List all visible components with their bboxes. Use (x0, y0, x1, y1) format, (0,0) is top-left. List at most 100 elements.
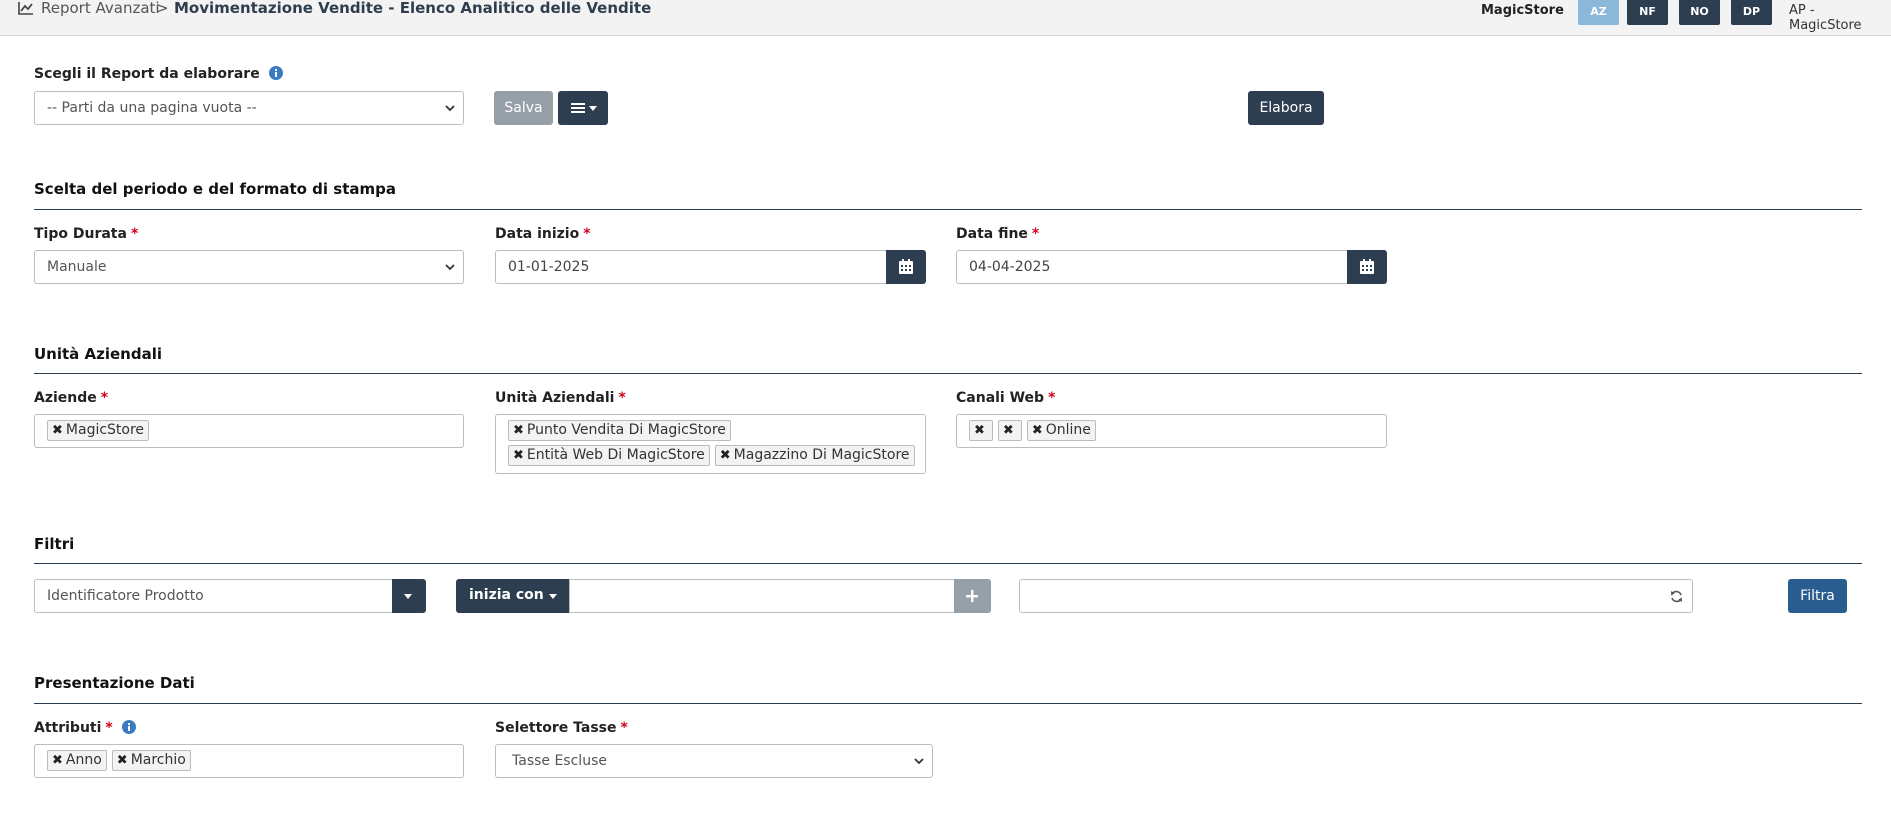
required-mark: * (130, 226, 139, 242)
required-mark: * (1031, 226, 1040, 242)
filter-field-dropdown-button[interactable] (392, 579, 426, 613)
duration-select[interactable]: Manuale (34, 250, 464, 284)
channels-label: Canali Web * (956, 390, 1055, 406)
calendar-icon (899, 259, 913, 274)
units-label-text: Unità Aziendali (495, 390, 615, 406)
required-mark: * (620, 720, 628, 736)
channels-label-text: Canali Web (956, 390, 1045, 406)
no-button[interactable]: NO (1679, 0, 1720, 25)
companies-tag-input[interactable]: ✖ MagicStore (34, 414, 464, 448)
attribute-tag: ✖ Marchio (111, 750, 191, 771)
refresh-icon[interactable] (1670, 590, 1683, 603)
remove-tag-icon[interactable]: ✖ (1003, 423, 1014, 438)
required-mark: * (105, 720, 113, 736)
attributes-tag-input[interactable]: ✖ Anno ✖ Marchio (34, 744, 464, 778)
az-button[interactable]: AZ (1578, 0, 1619, 25)
remove-tag-icon[interactable]: ✖ (52, 423, 63, 438)
duration-label: Tipo Durata * (34, 226, 138, 242)
add-filter-button[interactable] (954, 579, 991, 613)
channels-tag-input[interactable]: ✖ ✖ ✖ Online (956, 414, 1387, 448)
line-chart-icon (18, 2, 33, 15)
dp-button[interactable]: DP (1731, 0, 1772, 25)
user-label[interactable]: AP - MagicStore (1789, 3, 1891, 33)
units-tag-input[interactable]: ✖ Punto Vendita Di MagicStore✖ Entità Web … (495, 414, 926, 474)
duration-select-value: Manuale (47, 259, 107, 275)
filter-value-input[interactable] (569, 579, 955, 613)
report-label-text: Scegli il Report da elaborare (34, 66, 260, 82)
units-section-title: Unità Aziendali (34, 345, 162, 363)
filter-summary-input[interactable] (1019, 579, 1693, 613)
remove-tag-icon[interactable]: ✖ (52, 753, 63, 768)
tag-label: Marchio (130, 752, 186, 768)
caret-down-icon (404, 594, 412, 599)
plus-icon (966, 590, 978, 602)
unit-tag: ✖ Punto Vendita Di MagicStore (508, 420, 731, 441)
info-icon[interactable] (268, 66, 283, 80)
start-date-label: Data inizio * (495, 226, 591, 242)
companies-label-text: Aziende (34, 390, 97, 406)
attribute-tag: ✖ Anno (47, 750, 107, 771)
menu-dropdown-button[interactable] (558, 91, 608, 125)
report-select[interactable]: -- Parti da una pagina vuota -- (34, 91, 464, 125)
remove-tag-icon[interactable]: ✖ (513, 448, 524, 463)
duration-label-text: Tipo Durata (34, 226, 127, 242)
tag-label: Punto Vendita Di MagicStore (526, 422, 726, 438)
remove-tag-icon[interactable]: ✖ (117, 753, 128, 768)
attributes-label-text: Attributi (34, 720, 102, 736)
tax-label: Selettore Tasse * (495, 720, 628, 736)
tag-label: Entità Web Di MagicStore (526, 447, 705, 463)
filter-button[interactable]: Filtra (1788, 579, 1847, 613)
start-date-label-text: Data inizio (495, 226, 580, 242)
caret-down-icon (549, 594, 557, 599)
tag-label: Magazzino Di MagicStore (733, 447, 910, 463)
period-section-title: Scelta del periodo e del formato di stam… (34, 180, 396, 198)
chevron-down-icon (445, 105, 455, 112)
start-date-input[interactable]: 01-01-2025 (495, 250, 887, 284)
company-tag: ✖ MagicStore (47, 420, 150, 441)
required-mark: * (100, 390, 109, 406)
tax-label-text: Selettore Tasse (495, 720, 617, 736)
remove-tag-icon[interactable]: ✖ (720, 448, 731, 463)
filter-operator-button[interactable]: inizia con (456, 579, 570, 613)
menu-icon (571, 103, 585, 113)
required-mark: * (618, 390, 626, 406)
chevron-down-icon (445, 264, 455, 271)
breadcrumb-root[interactable]: Report Avanzati (41, 0, 160, 17)
info-icon[interactable] (121, 720, 136, 734)
start-date-calendar-button[interactable] (886, 250, 926, 284)
report-select-value: -- Parti da una pagina vuota -- (47, 100, 257, 116)
breadcrumb-separator: > (156, 0, 169, 17)
process-button[interactable]: Elabora (1248, 91, 1324, 125)
remove-tag-icon[interactable]: ✖ (1032, 423, 1043, 438)
caret-down-icon (589, 106, 597, 111)
tax-select[interactable]: Tasse Escluse (495, 744, 933, 778)
end-date-calendar-button[interactable] (1347, 250, 1387, 284)
page-title: Movimentazione Vendite - Elenco Analitic… (174, 0, 652, 17)
store-name: MagicStore (1481, 3, 1564, 18)
save-button[interactable]: Salva (494, 91, 553, 125)
unit-tag: ✖ Entità Web Di MagicStore (508, 445, 710, 466)
presentation-section-title: Presentazione Dati (34, 674, 195, 692)
channel-tag: ✖ Online (1026, 420, 1096, 441)
filter-operator-label: inizia con (469, 587, 544, 603)
nf-button[interactable]: NF (1627, 0, 1668, 25)
end-date-label-text: Data fine (956, 226, 1028, 242)
end-date-label: Data fine * (956, 226, 1039, 242)
section-divider (34, 563, 1862, 564)
units-label: Unità Aziendali * (495, 390, 626, 406)
tag-label: MagicStore (65, 422, 145, 438)
attributes-label: Attributi * (34, 720, 136, 736)
chevron-down-icon (914, 758, 924, 765)
channel-tag: ✖ (997, 420, 1022, 441)
tax-select-value: Tasse Escluse (512, 753, 607, 769)
companies-label: Aziende * (34, 390, 108, 406)
filter-field-select[interactable]: Identificatore Prodotto (34, 579, 393, 613)
section-divider (34, 703, 1862, 704)
channel-tag: ✖ (969, 420, 993, 441)
end-date-input[interactable]: 04-04-2025 (956, 250, 1348, 284)
remove-tag-icon[interactable]: ✖ (974, 423, 985, 438)
top-bar: Report Avanzati > Movimentazione Vendite… (0, 0, 1891, 36)
section-divider (34, 373, 1862, 374)
required-mark: * (1048, 390, 1056, 406)
remove-tag-icon[interactable]: ✖ (513, 423, 524, 438)
